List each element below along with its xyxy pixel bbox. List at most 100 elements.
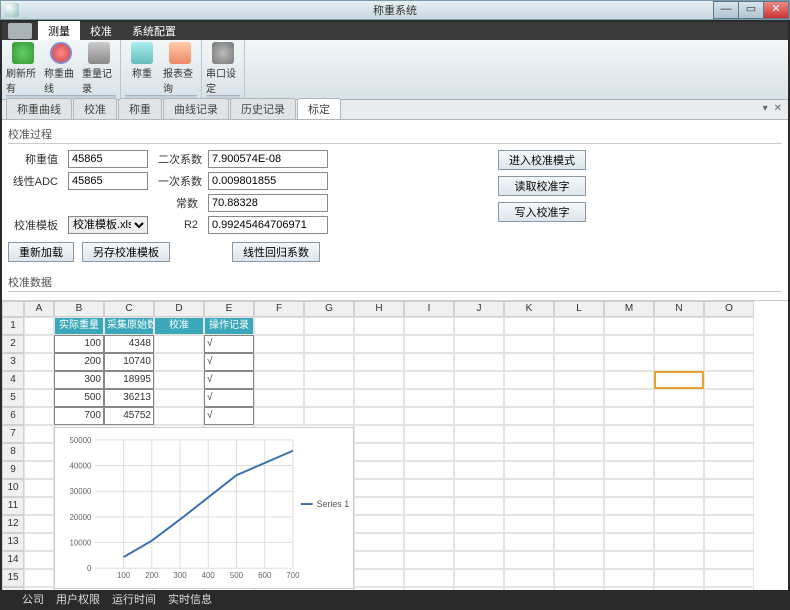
cell[interactable] — [404, 317, 454, 335]
cell[interactable] — [554, 497, 604, 515]
cell[interactable] — [354, 371, 404, 389]
cell[interactable] — [704, 425, 754, 443]
cell[interactable] — [254, 353, 304, 371]
cell[interactable] — [404, 353, 454, 371]
doc-tab-5[interactable]: 标定 — [297, 98, 341, 119]
cell[interactable] — [24, 461, 54, 479]
cell[interactable] — [354, 533, 404, 551]
col-header[interactable]: G — [304, 301, 354, 317]
cell[interactable] — [604, 515, 654, 533]
cell[interactable] — [654, 371, 704, 389]
cell[interactable] — [504, 371, 554, 389]
cell[interactable] — [404, 551, 454, 569]
row-header[interactable]: 1 — [2, 317, 24, 335]
row-header[interactable]: 12 — [2, 515, 24, 533]
cell[interactable] — [604, 551, 654, 569]
col-header[interactable]: D — [154, 301, 204, 317]
cell[interactable] — [504, 533, 554, 551]
cell[interactable] — [604, 389, 654, 407]
row-header[interactable]: 5 — [2, 389, 24, 407]
cell[interactable] — [254, 335, 304, 353]
cell[interactable]: √ — [204, 353, 254, 371]
cell[interactable] — [24, 425, 54, 443]
cell[interactable] — [354, 551, 404, 569]
cell[interactable] — [604, 335, 654, 353]
col-header[interactable]: I — [404, 301, 454, 317]
cell[interactable] — [304, 371, 354, 389]
cell[interactable] — [454, 353, 504, 371]
cell[interactable] — [604, 425, 654, 443]
cell[interactable]: 校准 — [154, 335, 204, 353]
col-header[interactable]: J — [454, 301, 504, 317]
cell[interactable] — [454, 317, 504, 335]
doc-tab-3[interactable]: 曲线记录 — [163, 98, 229, 119]
cell[interactable] — [604, 587, 654, 590]
cell[interactable] — [604, 371, 654, 389]
cell[interactable] — [504, 569, 554, 587]
cell[interactable] — [24, 587, 54, 590]
menu-2[interactable]: 系统配置 — [122, 21, 186, 41]
cell[interactable] — [454, 461, 504, 479]
cell[interactable] — [454, 389, 504, 407]
cell[interactable] — [404, 479, 454, 497]
coef2-input[interactable] — [208, 150, 328, 168]
row-header[interactable]: 13 — [2, 533, 24, 551]
cell[interactable] — [504, 515, 554, 533]
cell[interactable] — [24, 317, 54, 335]
row-header[interactable]: 8 — [2, 443, 24, 461]
cell[interactable]: 校准 — [154, 407, 204, 425]
saveas-button[interactable]: 另存校准模板 — [82, 242, 170, 262]
cell[interactable] — [554, 515, 604, 533]
cell[interactable] — [454, 425, 504, 443]
cell[interactable]: √ — [204, 371, 254, 389]
cell[interactable] — [654, 335, 704, 353]
cell[interactable] — [704, 335, 754, 353]
col-header[interactable]: B — [54, 301, 104, 317]
cell[interactable]: 10740 — [104, 353, 154, 371]
cell[interactable] — [704, 497, 754, 515]
cell[interactable] — [554, 371, 604, 389]
cell[interactable] — [24, 533, 54, 551]
menu-1[interactable]: 校准 — [80, 21, 122, 41]
cell[interactable] — [354, 353, 404, 371]
cell[interactable] — [454, 587, 504, 590]
cell[interactable]: 实际重量 — [54, 317, 104, 335]
cell[interactable] — [654, 533, 704, 551]
cell[interactable] — [504, 497, 554, 515]
cell[interactable]: 18995 — [104, 371, 154, 389]
row-header[interactable]: 16 — [2, 587, 24, 590]
regress-button[interactable]: 线性回归系数 — [232, 242, 320, 262]
close-button[interactable]: ✕ — [763, 1, 789, 19]
write-calib-button[interactable]: 写入校准字 — [498, 202, 586, 222]
col-header[interactable]: O — [704, 301, 754, 317]
cell[interactable] — [554, 443, 604, 461]
cell[interactable] — [254, 371, 304, 389]
ribbon-btn-1-1[interactable]: 报表查询 — [163, 42, 197, 95]
cell[interactable] — [654, 587, 704, 590]
cell[interactable] — [304, 335, 354, 353]
cell[interactable] — [654, 461, 704, 479]
cell[interactable] — [24, 371, 54, 389]
col-header[interactable]: K — [504, 301, 554, 317]
cell[interactable] — [354, 497, 404, 515]
cell[interactable] — [654, 443, 704, 461]
cell[interactable] — [304, 317, 354, 335]
row-header[interactable]: 6 — [2, 407, 24, 425]
cell[interactable] — [24, 497, 54, 515]
cell[interactable] — [654, 551, 704, 569]
cell[interactable] — [654, 479, 704, 497]
cell[interactable] — [454, 515, 504, 533]
cell[interactable] — [504, 389, 554, 407]
cell[interactable] — [554, 587, 604, 590]
cell[interactable] — [404, 371, 454, 389]
cell[interactable] — [504, 317, 554, 335]
row-header[interactable]: 3 — [2, 353, 24, 371]
cell[interactable] — [354, 407, 404, 425]
cell[interactable] — [454, 443, 504, 461]
cell[interactable] — [604, 479, 654, 497]
cell[interactable] — [504, 407, 554, 425]
doc-tab-4[interactable]: 历史记录 — [230, 98, 296, 119]
cell[interactable]: 700 — [54, 407, 104, 425]
cell[interactable] — [404, 461, 454, 479]
cell[interactable] — [354, 461, 404, 479]
